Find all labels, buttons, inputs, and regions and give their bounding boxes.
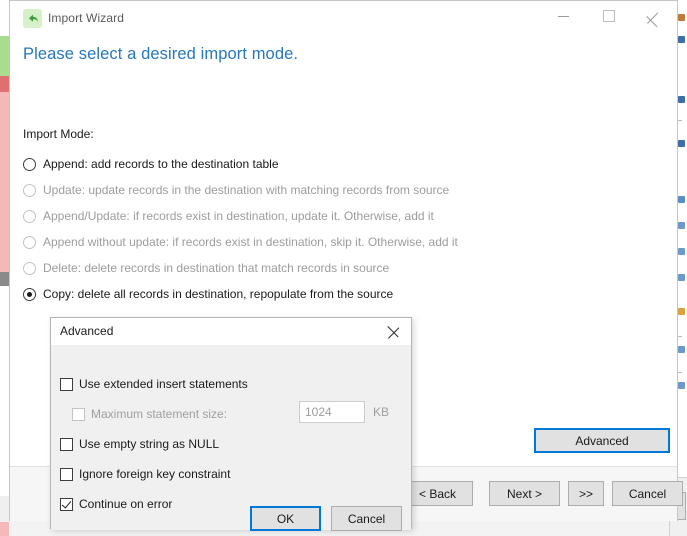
background-list-icon xyxy=(678,140,685,147)
close-icon[interactable] xyxy=(377,318,411,345)
background-list-icon xyxy=(678,14,685,21)
radio-button xyxy=(23,209,36,223)
background-list-icon xyxy=(678,196,685,203)
advanced-dialog-body: Use extended insert statements Maximum s… xyxy=(51,345,411,531)
background-list-icon xyxy=(678,222,685,229)
background-strip-green xyxy=(0,36,9,76)
radio-label: Append without update: if records exist … xyxy=(43,235,458,249)
checkbox-use-empty-string-as-null[interactable]: Use empty string as NULL xyxy=(60,436,219,452)
background-strip-pink xyxy=(0,92,9,272)
radio-option-4: Delete: delete records in destination th… xyxy=(23,255,543,281)
background-strip-footer xyxy=(0,496,9,522)
checkbox-box xyxy=(60,467,73,481)
checkbox-box xyxy=(60,497,73,511)
radio-option-3: Append without update: if records exist … xyxy=(23,229,543,255)
radio-button xyxy=(23,261,36,275)
background-strip-red xyxy=(0,76,9,92)
minimize-icon[interactable] xyxy=(541,1,586,31)
background-list-tick xyxy=(678,120,682,121)
window-titlebar: Import Wizard xyxy=(10,1,677,37)
radio-label: Append/Update: if records exist in desti… xyxy=(43,209,434,223)
radio-option-0[interactable]: Append: add records to the destination t… xyxy=(23,151,543,177)
checkbox-box xyxy=(60,377,73,391)
next-button[interactable]: Next > xyxy=(489,481,560,506)
radio-button xyxy=(23,183,36,197)
background-list-tick xyxy=(678,336,682,337)
background-list-icon xyxy=(678,36,685,43)
checkbox-label: Ignore foreign key constraint xyxy=(79,467,231,481)
advanced-dialog: Advanced Use extended insert statements … xyxy=(50,317,412,531)
import-mode-radio-group: Append: add records to the destination t… xyxy=(23,151,543,307)
background-list-tick xyxy=(678,372,682,373)
checkbox-continue-on-error[interactable]: Continue on error xyxy=(60,496,172,512)
background-list-icon xyxy=(678,248,685,255)
background-strip-bottom xyxy=(0,522,9,536)
checkbox-maximum-statement-size[interactable]: Maximum statement size: xyxy=(72,406,227,422)
radio-button xyxy=(23,157,36,171)
radio-option-1: Update: update records in the destinatio… xyxy=(23,177,543,203)
background-list-icon xyxy=(678,308,685,315)
radio-button xyxy=(23,235,36,249)
radio-option-5[interactable]: Copy: delete all records in destination,… xyxy=(23,281,543,307)
radio-label: Append: add records to the destination t… xyxy=(43,157,279,171)
background-list-icon xyxy=(678,96,685,103)
cancel-button[interactable]: Cancel xyxy=(612,481,683,506)
dialog-cancel-button[interactable]: Cancel xyxy=(331,506,402,531)
checkbox-label: Maximum statement size: xyxy=(91,407,228,421)
checkbox-box xyxy=(60,437,73,451)
checkbox-label: Use extended insert statements xyxy=(79,377,248,391)
checkbox-label: Use empty string as NULL xyxy=(79,437,220,451)
maximum-statement-size-unit: KB xyxy=(373,405,390,419)
radio-label: Copy: delete all records in destination,… xyxy=(43,287,394,301)
checkbox-box xyxy=(72,407,85,421)
window-title: Import Wizard xyxy=(48,11,124,25)
radio-button xyxy=(23,287,36,301)
background-list-icon xyxy=(678,382,685,389)
background-strip-white xyxy=(0,286,9,496)
advanced-dialog-titlebar: Advanced xyxy=(51,318,411,345)
close-icon[interactable] xyxy=(631,1,676,31)
radio-label: Update: update records in the destinatio… xyxy=(43,183,450,197)
radio-label: Delete: delete records in destination th… xyxy=(43,261,390,275)
maximum-statement-size-input[interactable] xyxy=(299,401,365,423)
maximize-icon[interactable] xyxy=(586,1,631,31)
back-arrow-icon xyxy=(23,9,42,28)
background-list-icon xyxy=(678,274,685,281)
background-strip xyxy=(0,0,9,36)
checkbox-ignore-foreign-key-constraint[interactable]: Ignore foreign key constraint xyxy=(60,466,230,482)
back-button[interactable]: < Back xyxy=(402,481,473,506)
forward-button[interactable]: >> xyxy=(568,481,604,506)
radio-option-2: Append/Update: if records exist in desti… xyxy=(23,203,543,229)
ok-button[interactable]: OK xyxy=(250,506,321,531)
background-strip-gray xyxy=(0,272,9,286)
page-title: Please select a desired import mode. xyxy=(23,45,299,63)
advanced-dialog-title: Advanced xyxy=(60,324,114,338)
checkbox-label: Continue on error xyxy=(79,497,173,511)
checkbox-use-extended-insert-statements[interactable]: Use extended insert statements xyxy=(60,376,248,392)
import-mode-label: Import Mode: xyxy=(23,127,94,141)
advanced-button[interactable]: Advanced xyxy=(534,428,670,453)
background-list-icon xyxy=(678,346,685,353)
